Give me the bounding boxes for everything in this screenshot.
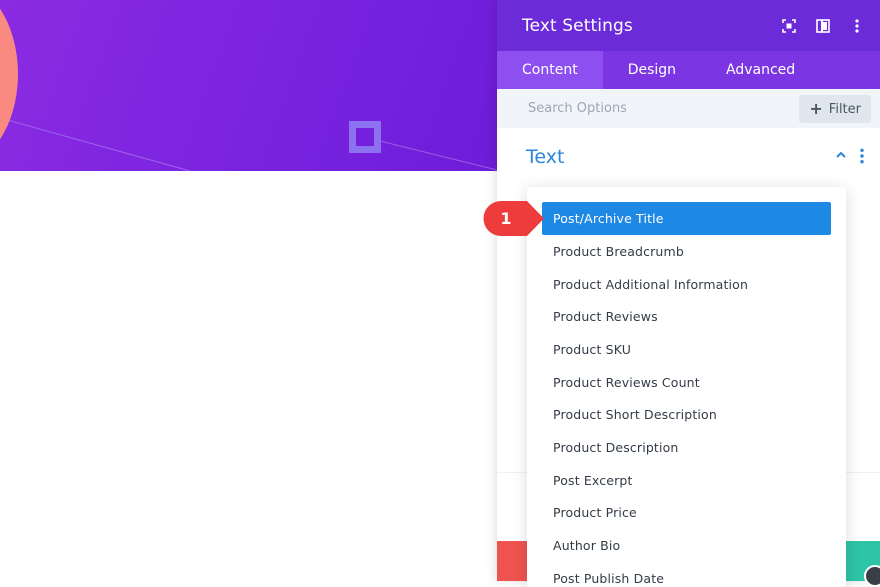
dropdown-item-post-archive-title[interactable]: Post/Archive Title — [542, 202, 831, 235]
plus-icon: + — [809, 99, 823, 118]
dropdown-item-author-bio[interactable]: Author Bio — [527, 529, 846, 562]
dropdown-item-product-sku[interactable]: Product SKU — [527, 333, 846, 366]
dropdown-item-product-price[interactable]: Product Price — [527, 497, 846, 530]
panel-title: Text Settings — [522, 15, 633, 36]
step-number: 1 — [500, 209, 512, 228]
dropdown-list: Post/Archive Title Product Breadcrumb Pr… — [527, 187, 846, 587]
tab-advanced[interactable]: Advanced — [701, 51, 820, 89]
panel-header: Text Settings — [497, 0, 880, 51]
dropdown-item-product-description[interactable]: Product Description — [527, 431, 846, 464]
dropdown-item-product-reviews[interactable]: Product Reviews — [527, 300, 846, 333]
chevron-up-icon[interactable] — [836, 150, 846, 160]
panel-tabs: Content Design Advanced — [497, 51, 880, 89]
filter-label: Filter — [828, 101, 861, 117]
hero-square-shape — [349, 121, 381, 153]
section-title: Text — [526, 146, 565, 168]
expand-icon[interactable] — [772, 0, 806, 51]
dropdown-item-product-additional-information[interactable]: Product Additional Information — [527, 268, 846, 301]
section-more-icon[interactable] — [858, 148, 866, 164]
search-options-input[interactable] — [526, 100, 790, 117]
discard-button[interactable] — [497, 541, 527, 581]
tab-design[interactable]: Design — [603, 51, 701, 89]
dynamic-content-dropdown: Post/Archive Title Product Breadcrumb Pr… — [527, 187, 846, 587]
dropdown-item-post-excerpt[interactable]: Post Excerpt — [527, 464, 846, 497]
tab-content[interactable]: Content — [497, 51, 603, 89]
help-badge[interactable] — [864, 565, 880, 587]
search-row: + Filter — [497, 89, 880, 128]
sidebar-layout-icon[interactable] — [806, 0, 840, 51]
filter-button[interactable]: + Filter — [799, 95, 871, 123]
more-vertical-icon[interactable] — [840, 0, 874, 51]
dropdown-item-product-short-description[interactable]: Product Short Description — [527, 398, 846, 431]
dropdown-item-product-reviews-count[interactable]: Product Reviews Count — [527, 366, 846, 399]
dropdown-item-product-breadcrumb[interactable]: Product Breadcrumb — [527, 235, 846, 268]
dropdown-item-post-publish-date[interactable]: Post Publish Date — [527, 562, 846, 587]
text-section-header[interactable]: Text — [497, 128, 880, 186]
